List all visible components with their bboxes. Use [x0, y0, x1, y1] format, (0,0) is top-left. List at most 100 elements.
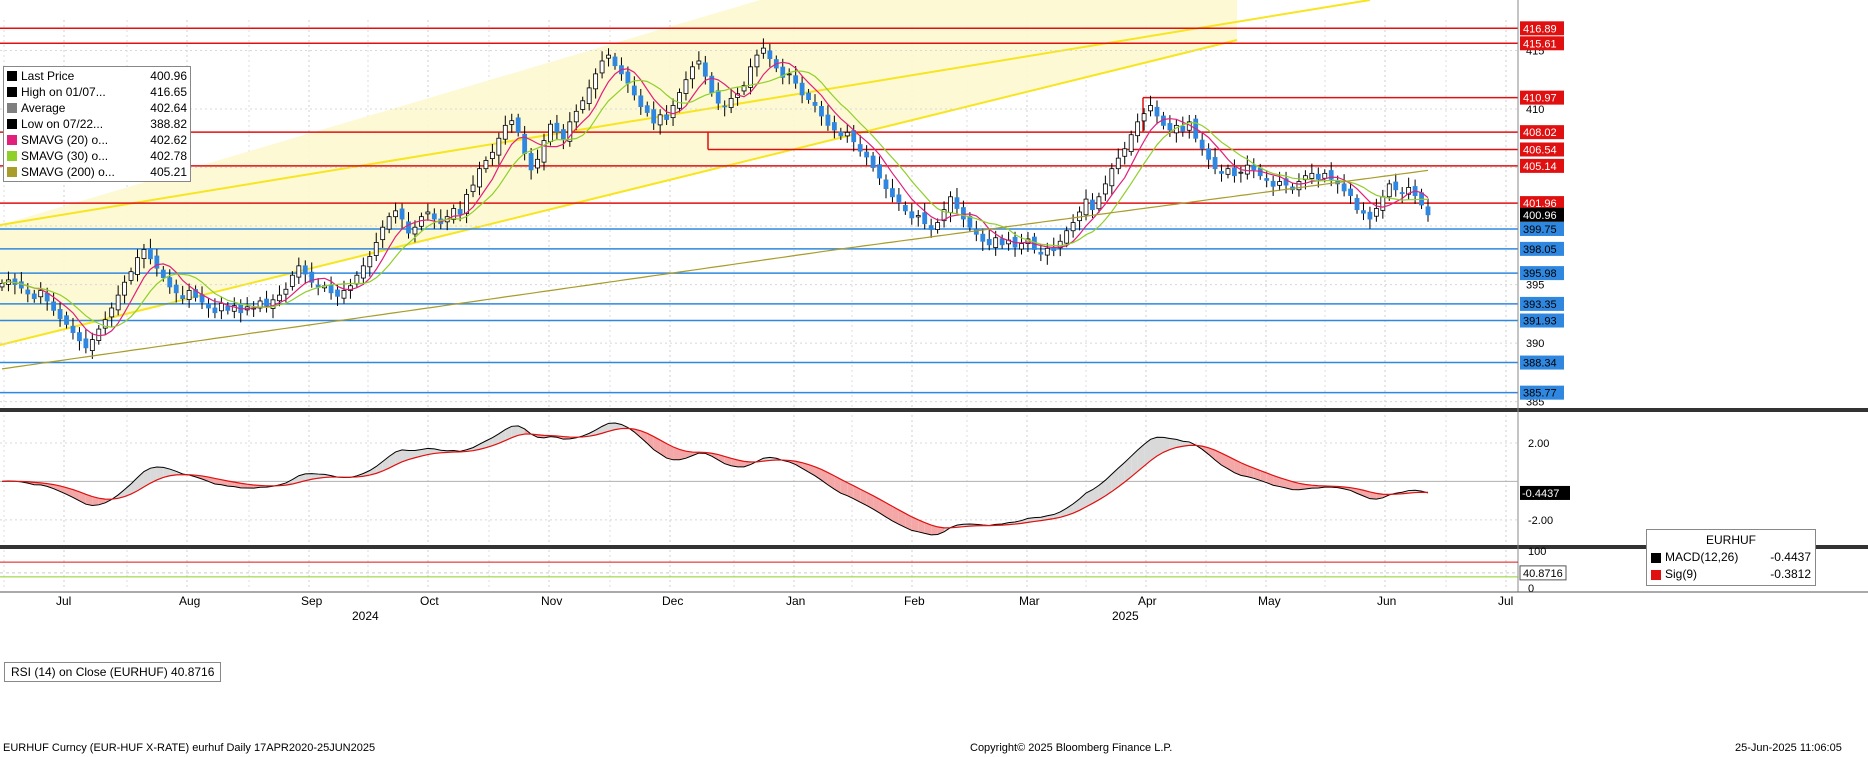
price-level-label: 398.05 [1520, 241, 1564, 256]
candle [825, 114, 831, 126]
signal-legend-value: -0.3812 [1770, 567, 1811, 581]
legend-swatch-icon [7, 71, 17, 81]
macd-legend-macd-row: MACD(12,26) -0.4437 [1651, 549, 1811, 566]
macd-swatch-icon [1651, 552, 1661, 563]
candle [1135, 121, 1141, 137]
legend-item: SMAVG (30) o... 402.78 [7, 148, 187, 164]
candle [180, 295, 186, 300]
candle [528, 153, 534, 171]
price-level-label: 408.02 [1520, 125, 1564, 140]
candle [670, 105, 676, 119]
candle [406, 221, 411, 234]
candle [399, 208, 405, 220]
candle [451, 208, 457, 220]
y-tick-label: 390 [1526, 338, 1544, 350]
candle [186, 290, 192, 300]
candle [122, 281, 127, 296]
candle [1090, 199, 1095, 211]
candle [64, 315, 69, 325]
macd-tick-label: -2.00 [1528, 515, 1553, 527]
last-price-tag-text: 400.96 [1523, 210, 1557, 222]
price-chart[interactable]: 385390395400405410415416.89415.61410.974… [0, 0, 1868, 757]
candle [638, 95, 644, 108]
candle [644, 105, 650, 113]
candle [1264, 178, 1270, 181]
candle [1206, 148, 1212, 160]
candle [696, 60, 702, 65]
price-level-label-text: 388.34 [1523, 358, 1557, 370]
price-level-label: 388.34 [1520, 355, 1564, 370]
price-level-label: 415.61 [1520, 36, 1564, 51]
candle [1141, 113, 1147, 122]
legend-swatch-icon [7, 119, 17, 129]
candle [948, 196, 953, 213]
candle [896, 194, 902, 204]
candle [1232, 167, 1237, 177]
legend-item: Last Price 400.96 [7, 68, 187, 84]
rsi-tick-label: 0 [1528, 583, 1534, 595]
candle [1167, 123, 1173, 131]
candle [651, 109, 657, 124]
candle [89, 339, 95, 352]
legend-item: High on 01/07... 416.65 [7, 84, 187, 100]
candle [606, 54, 611, 59]
candle [857, 144, 863, 152]
candle [115, 294, 121, 311]
candle [1361, 210, 1366, 214]
price-level-label-text: 406.54 [1523, 144, 1557, 156]
candle [1070, 222, 1076, 232]
candle [554, 122, 560, 133]
candle [961, 207, 966, 220]
candle [1322, 172, 1328, 179]
candle [902, 205, 908, 212]
candle [677, 92, 682, 109]
candle [412, 226, 418, 235]
price-level-label-text: 398.05 [1523, 244, 1557, 256]
candle [799, 82, 805, 96]
x-tick-label: Jan [786, 594, 805, 608]
candle [425, 211, 431, 215]
candle [264, 298, 269, 307]
legend-item-value: 405.21 [150, 165, 187, 179]
candle [489, 151, 495, 160]
candle [109, 307, 115, 318]
price-legend: Last Price 400.96 High on 01/07... 416.65 Av… [3, 66, 191, 182]
x-tick-label: Aug [179, 594, 200, 608]
macd-last-tag-text: -0.4437 [1522, 488, 1559, 500]
legend-swatch-icon [7, 87, 17, 97]
candle [1019, 243, 1024, 250]
candle [883, 179, 889, 189]
candle [70, 325, 76, 333]
macd-tick-label: 2.00 [1528, 438, 1549, 450]
candle [715, 90, 721, 104]
candle [515, 117, 521, 133]
candle [586, 87, 592, 104]
candle [1238, 171, 1244, 174]
candle [683, 79, 689, 94]
price-level-label: 385.77 [1520, 385, 1564, 400]
legend-item: Average 402.64 [7, 100, 187, 116]
x-tick-label: Dec [662, 594, 683, 608]
candle [844, 131, 850, 137]
price-level-label-text: 395.98 [1523, 268, 1557, 280]
candle [1341, 183, 1347, 192]
candle [1270, 180, 1276, 187]
candle [1212, 157, 1218, 170]
price-level-label: 410.97 [1520, 90, 1564, 105]
x-tick-label: Feb [904, 594, 925, 608]
price-level-label-text: 408.02 [1523, 127, 1557, 139]
legend-item-value: 400.96 [150, 69, 187, 83]
footer-security: EURHUF Curncy (EUR-HUF X-RATE) eurhuf Da… [3, 742, 376, 754]
candle [548, 123, 553, 142]
candle [1038, 251, 1044, 255]
candle [225, 305, 231, 311]
candle [1083, 198, 1089, 216]
candle [793, 75, 799, 84]
candle [302, 265, 308, 275]
candle [31, 293, 37, 300]
candle [283, 288, 289, 295]
candle [1348, 188, 1353, 197]
legend-item-name: SMAVG (20) o... [21, 133, 109, 147]
candle [909, 211, 915, 219]
legend-item-name: Low on 07/22... [21, 117, 104, 131]
